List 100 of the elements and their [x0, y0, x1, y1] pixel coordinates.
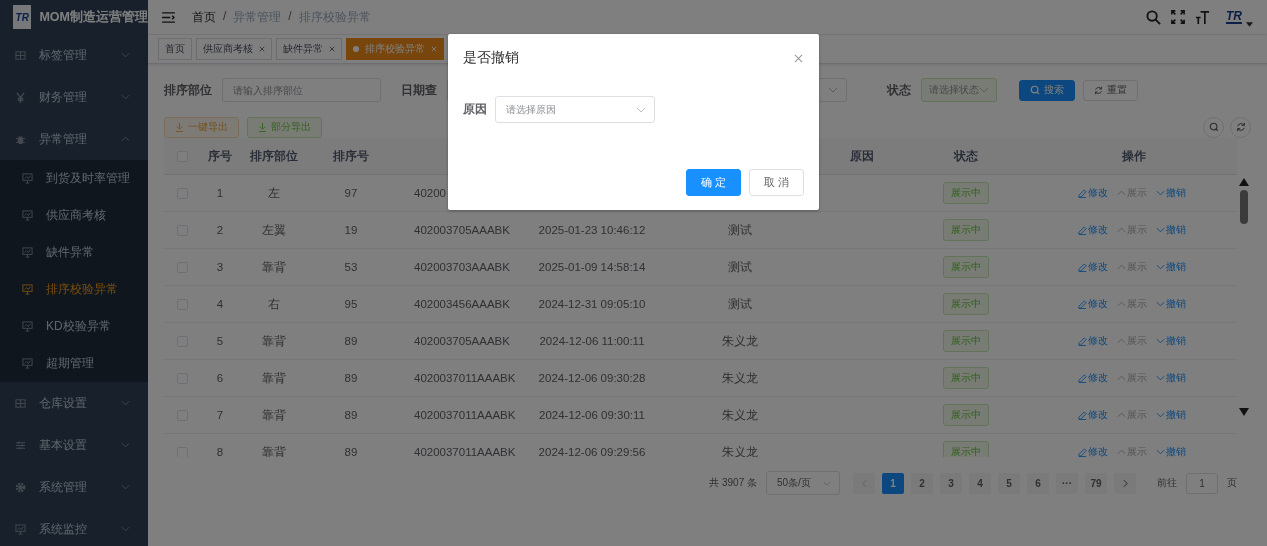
page-button[interactable]: 6 [1027, 472, 1049, 494]
close-icon[interactable] [259, 46, 265, 52]
search-button[interactable]: 搜索 [1019, 79, 1075, 101]
edit-link[interactable]: 修改 [1078, 297, 1108, 311]
chevron-up-icon [1117, 449, 1126, 455]
edit-link[interactable]: 修改 [1078, 371, 1108, 385]
submenu-item[interactable]: KD校验异常 [0, 308, 148, 345]
revoke-link[interactable]: 撤销 [1156, 334, 1186, 348]
menu-item[interactable]: 异常管理 [0, 118, 148, 160]
chevron-icon [121, 526, 130, 532]
menu-icon[interactable] [162, 11, 175, 23]
pencil-icon [1078, 373, 1087, 383]
table-cell: 19 [344, 224, 358, 236]
dot-icon [353, 46, 359, 52]
status-tag: 展示中 [943, 441, 989, 457]
edit-link[interactable]: 修改 [1078, 260, 1108, 274]
edit-link[interactable]: 修改 [1078, 408, 1108, 422]
pencil-icon [1078, 336, 1087, 346]
page-input-field[interactable]: 1 [1186, 472, 1218, 494]
pencil-icon [1078, 299, 1087, 309]
pencil-icon [1078, 262, 1087, 272]
close-icon[interactable] [794, 53, 803, 63]
breadcrumb-item[interactable]: 首页 [192, 8, 216, 26]
revoke-link[interactable]: 撤销 [1156, 408, 1186, 422]
table-cell: 靠背 [262, 333, 286, 349]
table-cell: 89 [344, 446, 358, 457]
table-cell: 靠背 [262, 444, 286, 457]
edit-link[interactable]: 修改 [1078, 334, 1108, 348]
submenu-item[interactable]: 排序校验异常 [0, 271, 148, 308]
confirm-button[interactable]: 确 定 [686, 169, 741, 196]
table-cell: 左翼 [262, 222, 286, 238]
table-cell: 测试 [728, 296, 752, 312]
edit-link[interactable]: 修改 [1078, 445, 1108, 457]
bug-icon [15, 133, 26, 145]
table-cell: 402003705AAABK [414, 335, 510, 347]
scroll-down-icon[interactable] [1239, 408, 1249, 416]
chevron-down-icon [1156, 301, 1165, 307]
revoke-link[interactable]: 撤销 [1156, 297, 1186, 311]
menu-item[interactable]: 系统管理 [0, 466, 148, 508]
menu-item[interactable]: 系统监控 [0, 508, 148, 546]
reset-button[interactable]: 重置 [1083, 79, 1138, 101]
page-tab[interactable]: 供应商考核 [196, 38, 272, 60]
chevron-icon [636, 106, 646, 113]
field-label: 日期查 [401, 81, 437, 99]
revoke-link[interactable]: 撤销 [1156, 371, 1186, 385]
status-tag: 展示中 [943, 404, 989, 426]
export-selected-button[interactable]: 部分导出 [247, 116, 322, 138]
table-cell: 2024-12-06 09:30:11 [539, 409, 645, 421]
column-header: 排序部位 [250, 148, 298, 164]
scrollbar-thumb[interactable] [1240, 190, 1248, 224]
submenu-item[interactable]: 到货及时率管理 [0, 160, 148, 197]
page-tab[interactable]: 缺件异常 [276, 38, 342, 60]
table-cell: 2024-12-06 11:00:11 [539, 335, 645, 347]
search-icon[interactable] [1146, 9, 1161, 25]
next-page-button[interactable] [1114, 472, 1136, 494]
menu-item[interactable]: 标签管理 [0, 34, 148, 76]
refresh-button[interactable] [1230, 116, 1251, 138]
total-count: 共 3907 条 [709, 476, 757, 490]
page-size-select[interactable]: 50条/页 [766, 471, 840, 495]
column-header: 状态 [954, 148, 978, 164]
page-tab[interactable]: 排序校验异常 [346, 38, 444, 60]
chevron-icon [121, 400, 130, 406]
page-button[interactable]: ··· [1056, 472, 1078, 494]
edit-link[interactable]: 修改 [1078, 186, 1108, 200]
page-button[interactable]: 1 [882, 472, 904, 494]
chevron-down-icon [1156, 227, 1165, 233]
table-cell: 4020037011AAABK [414, 409, 516, 421]
avatar-logo[interactable]: TR [1226, 10, 1242, 24]
page-button[interactable]: 3 [940, 472, 962, 494]
table-cell: 7 [216, 409, 224, 421]
font-size-icon[interactable] [1195, 9, 1210, 25]
caret-icon[interactable] [1246, 21, 1253, 27]
page-button[interactable]: 5 [998, 472, 1020, 494]
submenu-item[interactable]: 缺件异常 [0, 234, 148, 271]
chevron-up-icon [1117, 301, 1126, 307]
page-button[interactable]: 2 [911, 472, 933, 494]
fullscreen-icon[interactable] [1171, 10, 1185, 24]
page-tab[interactable]: 首页 [158, 38, 192, 60]
monitor-icon [22, 173, 33, 184]
menu-item[interactable]: 财务管理 [0, 76, 148, 118]
scroll-up-icon[interactable] [1239, 178, 1249, 186]
submenu-item[interactable]: 供应商考核 [0, 197, 148, 234]
chevron-icon [121, 442, 130, 448]
page-button[interactable]: 79 [1085, 472, 1107, 494]
chevron-icon [121, 52, 130, 58]
page-button[interactable]: 4 [969, 472, 991, 494]
chevron-up-icon [1117, 338, 1126, 344]
table-cell: 89 [344, 372, 358, 384]
grid-icon [15, 49, 26, 61]
revoke-link[interactable]: 撤销 [1156, 186, 1186, 200]
table-cell: 89 [344, 409, 358, 421]
revoke-link[interactable]: 撤销 [1156, 223, 1186, 237]
reason-select[interactable]: 请选择原因 [495, 96, 655, 123]
revoke-link[interactable]: 撤销 [1156, 260, 1186, 274]
close-icon[interactable] [329, 46, 335, 52]
submenu-item[interactable]: 超期管理 [0, 345, 148, 382]
search-button[interactable] [1203, 116, 1224, 138]
cancel-button[interactable]: 取 消 [749, 169, 804, 196]
revoke-link[interactable]: 撤销 [1156, 445, 1186, 457]
edit-link[interactable]: 修改 [1078, 223, 1108, 237]
